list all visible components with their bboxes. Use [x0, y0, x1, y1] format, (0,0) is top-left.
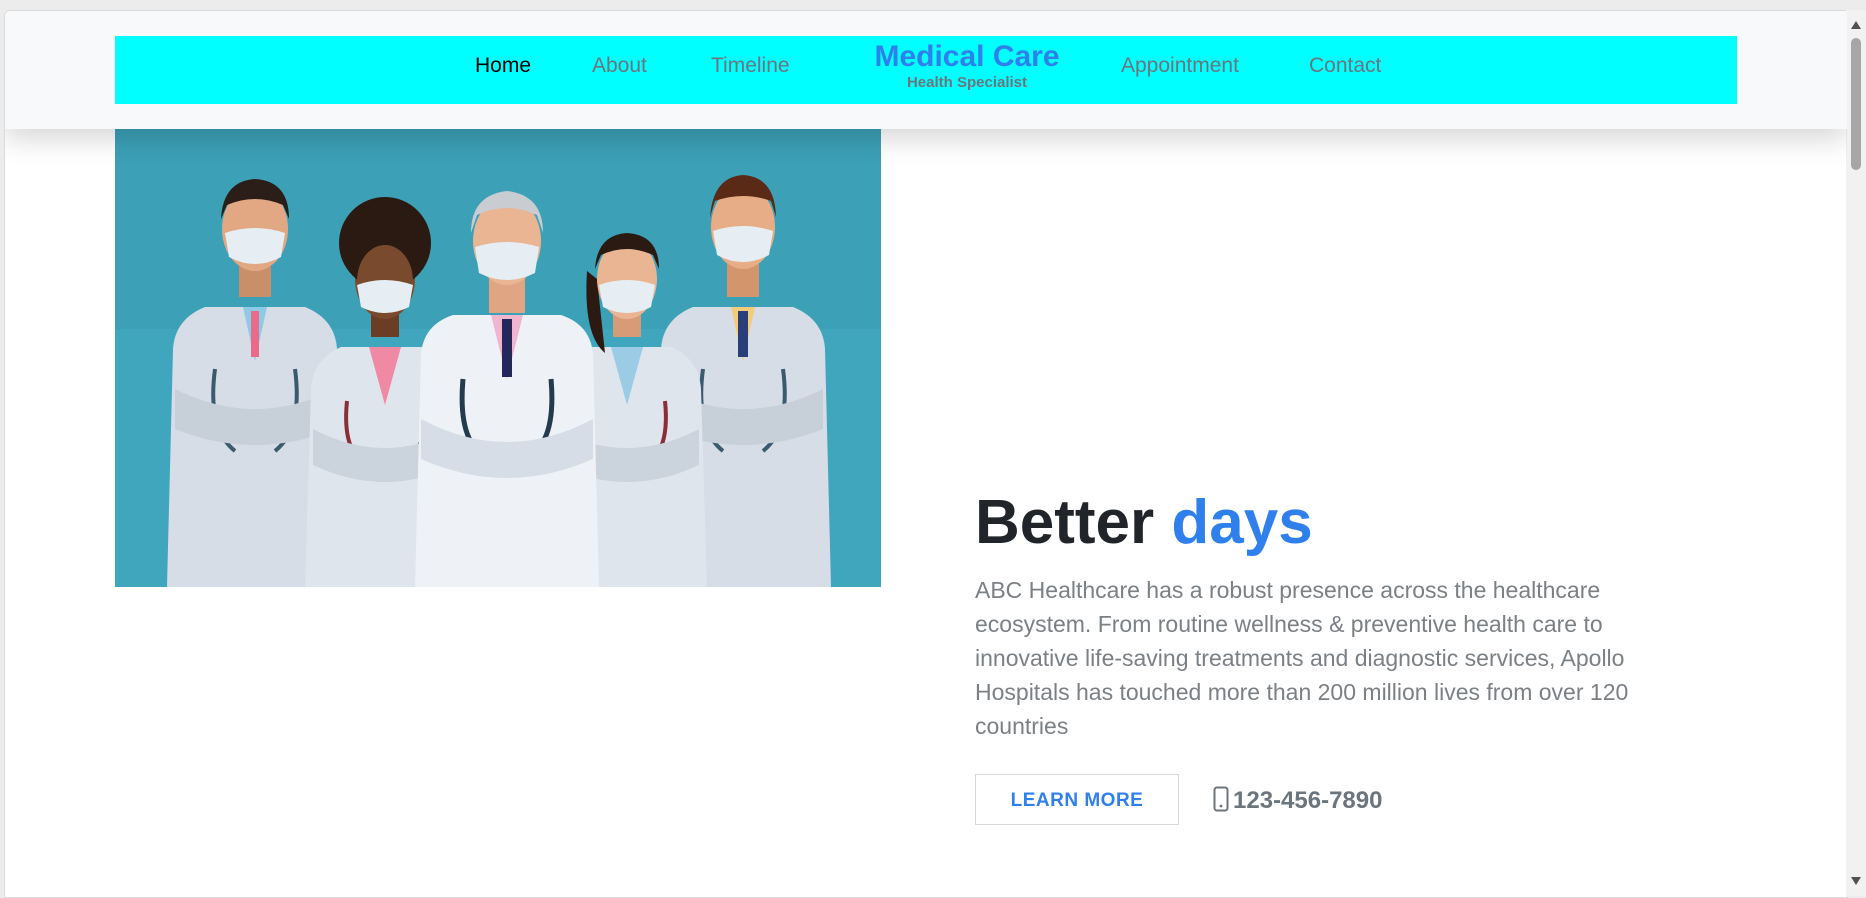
navbar-container: Home About Timeline Medical Care Health … [115, 36, 1737, 104]
nav-link-contact[interactable]: Contact [1309, 54, 1381, 78]
vertical-scrollbar[interactable] [1846, 10, 1866, 896]
hero-description: ABC Healthcare has a robust presence acr… [975, 577, 1629, 739]
browser-viewport: Home About Timeline Medical Care Health … [4, 10, 1848, 898]
phone-contact[interactable]: 123-456-7890 [1213, 781, 1382, 821]
nav-link-timeline[interactable]: Timeline [711, 54, 790, 78]
nav-link-home[interactable]: Home [475, 54, 531, 78]
hero-title: Better days [975, 487, 1313, 559]
scrollbar-thumb[interactable] [1851, 38, 1861, 170]
brand-title: Medical Care [874, 40, 1060, 73]
navbar: Home About Timeline Medical Care Health … [5, 11, 1847, 129]
hero-title-main: Better [975, 488, 1155, 557]
mobile-phone-icon [1213, 786, 1229, 817]
doctors-illustration [115, 129, 881, 587]
brand-subtitle: Health Specialist [906, 74, 1028, 91]
phone-number: 123-456-7890 [1233, 787, 1383, 814]
nav-link-about[interactable]: About [592, 54, 647, 78]
caret-down-icon[interactable] [1851, 872, 1861, 890]
nav-link-appointment[interactable]: Appointment [1121, 54, 1239, 78]
hero-title-accent: days [1171, 488, 1313, 557]
caret-up-icon[interactable] [1851, 16, 1861, 34]
brand-logo[interactable]: Medical Care Health Specialist [856, 40, 1078, 91]
learn-more-button[interactable]: LEARN MORE [975, 774, 1179, 825]
